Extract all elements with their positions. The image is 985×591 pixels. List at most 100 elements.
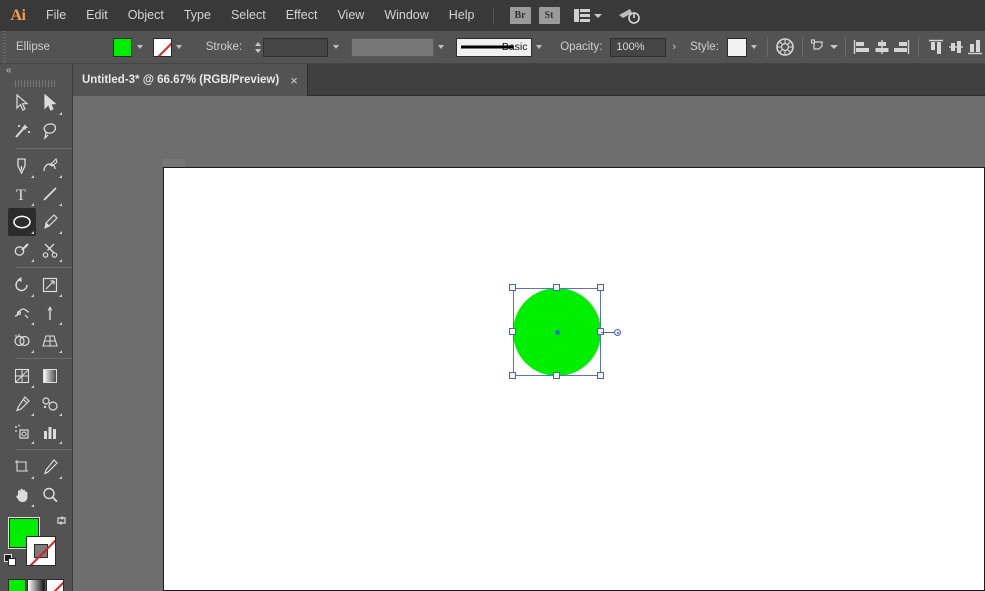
tool-scale[interactable]: [36, 271, 64, 299]
tool-gradient[interactable]: [36, 362, 64, 390]
menu-effect[interactable]: Effect: [276, 0, 328, 31]
tool-group-corner-icon: [59, 112, 62, 115]
tools-panel-header: «: [0, 64, 72, 78]
opacity-expand-arrow-icon[interactable]: ›: [666, 41, 682, 53]
menu-help[interactable]: Help: [439, 0, 485, 31]
none-mode-button[interactable]: [46, 579, 64, 591]
tools-panel-grip[interactable]: [15, 78, 57, 89]
stroke-color-inner: [34, 544, 48, 558]
tool-ellipse[interactable]: [8, 208, 36, 236]
menu-view[interactable]: View: [327, 0, 374, 31]
graphic-style-swatch[interactable]: [726, 37, 747, 57]
tool-symbol-sprayer[interactable]: [8, 418, 36, 446]
svg-text:T: T: [16, 187, 26, 203]
tool-perspective-grid[interactable]: [36, 327, 64, 355]
align-right-button[interactable]: [892, 36, 912, 58]
menu-edit[interactable]: Edit: [76, 0, 118, 31]
menu-bar: Ai File Edit Object Type Select Effect V…: [0, 0, 985, 31]
tool-shaper[interactable]: [8, 236, 36, 264]
bbox-handle-top-right[interactable]: [597, 284, 604, 291]
tool-slice[interactable]: [36, 453, 64, 481]
stroke-weight-dropdown-arrow-icon[interactable]: [330, 38, 342, 57]
menu-select[interactable]: Select: [221, 0, 276, 31]
tool-rotate[interactable]: [8, 271, 36, 299]
tool-group-corner-icon: [59, 294, 62, 297]
tool-curvature[interactable]: [36, 152, 64, 180]
bbox-handle-bottom-left[interactable]: [509, 372, 516, 379]
tool-group-corner-icon: [31, 203, 34, 206]
align-top-button[interactable]: [926, 36, 946, 58]
bbox-handle-top-left[interactable]: [509, 284, 516, 291]
align-bottom-button[interactable]: [965, 36, 985, 58]
fill-color-swatch[interactable]: [113, 37, 133, 57]
align-left-button[interactable]: [853, 36, 873, 58]
graphic-style-arrow-icon[interactable]: [749, 38, 761, 57]
recolor-artwork-button[interactable]: [775, 36, 795, 58]
width-profile-arrow-icon[interactable]: [436, 38, 448, 57]
bridge-button[interactable]: Br: [509, 7, 531, 24]
document-tab[interactable]: Untitled-3* @ 66.67% (RGB/Preview) ×: [73, 64, 308, 96]
tool-group-corner-icon: [31, 231, 34, 234]
control-bar-divider-1: [767, 37, 769, 57]
stroke-dropdown-arrow-icon[interactable]: [174, 38, 186, 57]
tool-free-transform[interactable]: [36, 299, 64, 327]
bbox-handle-bottom-right[interactable]: [597, 372, 604, 379]
tool-mesh[interactable]: [8, 362, 36, 390]
tool-direct-selection[interactable]: [36, 89, 64, 117]
tool-type[interactable]: T: [8, 180, 36, 208]
fill-dropdown-arrow-icon[interactable]: [134, 38, 146, 57]
stock-button[interactable]: St: [538, 7, 560, 24]
tool-eyedropper[interactable]: [8, 390, 36, 418]
gradient-mode-button[interactable]: [27, 579, 45, 591]
align-horizontal-center-button[interactable]: [872, 36, 892, 58]
stock-search-button[interactable]: [618, 7, 640, 25]
tool-hand[interactable]: [8, 481, 36, 509]
artboard[interactable]: [163, 167, 985, 591]
bbox-handle-middle-left[interactable]: [509, 328, 516, 335]
swap-fill-stroke-button[interactable]: [55, 514, 68, 527]
opacity-input[interactable]: 100%: [610, 37, 667, 57]
tool-artboard[interactable]: [8, 453, 36, 481]
color-mode-button[interactable]: [8, 579, 26, 591]
bbox-handle-bottom-center[interactable]: [553, 372, 560, 379]
tool-zoom[interactable]: [36, 481, 64, 509]
menu-object[interactable]: Object: [118, 0, 174, 31]
tool-line-segment[interactable]: [36, 180, 64, 208]
stroke-weight-stepper[interactable]: [253, 38, 263, 57]
control-bar-divider-3: [844, 37, 846, 57]
tool-blend[interactable]: [36, 390, 64, 418]
tool-pen[interactable]: [8, 152, 36, 180]
tool-magic-wand[interactable]: [8, 117, 36, 145]
tool-paintbrush[interactable]: [36, 208, 64, 236]
stroke-weight-input[interactable]: [262, 37, 329, 57]
brush-definition-arrow-icon[interactable]: [534, 38, 546, 57]
align-vertical-center-button[interactable]: [946, 36, 966, 58]
stroke-color-box[interactable]: [26, 536, 56, 566]
brush-definition-dropdown[interactable]: Basic: [456, 37, 532, 57]
center-anchor-point: [555, 330, 560, 335]
menu-window[interactable]: Window: [374, 0, 438, 31]
width-profile-dropdown[interactable]: [350, 37, 434, 57]
tool-lasso[interactable]: [36, 117, 64, 145]
menu-file[interactable]: File: [36, 0, 76, 31]
tool-selection[interactable]: [8, 89, 36, 117]
transform-chevron-down-icon[interactable]: [829, 45, 838, 49]
canvas-area[interactable]: [73, 96, 985, 591]
control-bar-grip[interactable]: [0, 30, 9, 64]
default-fill-stroke-button[interactable]: [4, 554, 17, 567]
close-icon[interactable]: ×: [290, 74, 298, 87]
bbox-handle-top-center[interactable]: [553, 284, 560, 291]
tool-shape-builder[interactable]: [8, 327, 36, 355]
tool-column-graph[interactable]: [36, 418, 64, 446]
menu-type[interactable]: Type: [174, 0, 221, 31]
workspace-switcher-button[interactable]: [573, 9, 602, 22]
tool-scissors[interactable]: [36, 236, 64, 264]
stroke-color-swatch[interactable]: [152, 37, 172, 57]
transform-panel-button[interactable]: [810, 36, 830, 58]
illustrator-window: Ai File Edit Object Type Select Effect V…: [0, 0, 985, 591]
rotation-widget-line: [601, 332, 615, 333]
brush-stroke-preview-icon: [461, 45, 514, 49]
tool-width[interactable]: [8, 299, 36, 327]
workspace-icon: [573, 9, 590, 22]
collapse-panel-icon[interactable]: «: [6, 65, 11, 76]
